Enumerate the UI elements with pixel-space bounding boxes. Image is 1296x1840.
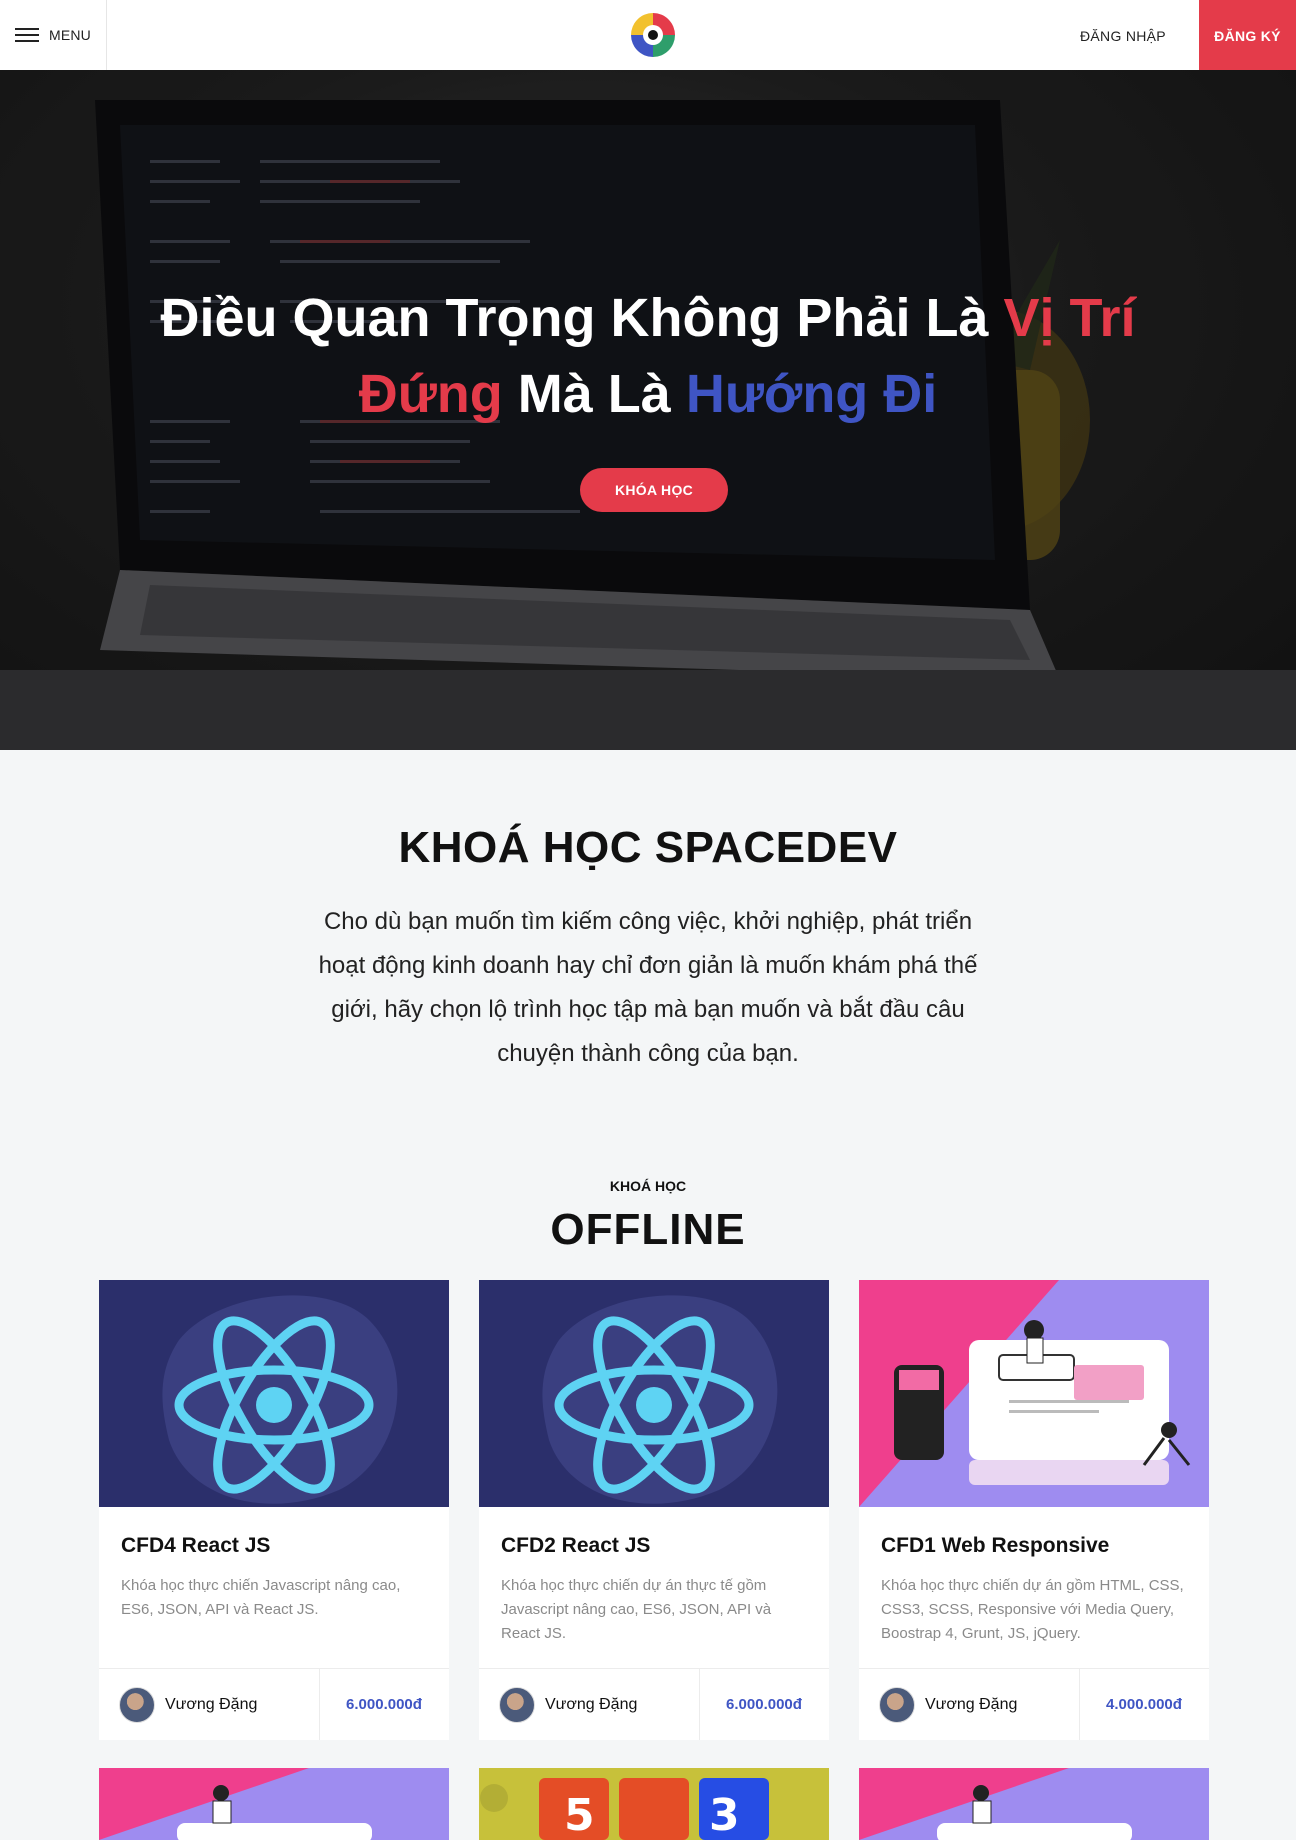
- course-card[interactable]: [859, 1768, 1209, 1840]
- course-price: 4.000.000đ: [1106, 1696, 1182, 1713]
- course-title[interactable]: CFD1 Web Responsive: [881, 1534, 1109, 1558]
- course-author: Vương Đặng: [499, 1669, 637, 1740]
- hero-title-part4: Mà Là: [502, 364, 686, 424]
- course-card[interactable]: CFD4 React JS Khóa học thực chiến Javasc…: [99, 1280, 449, 1740]
- course-price: 6.000.000đ: [346, 1696, 422, 1713]
- register-button[interactable]: ĐĂNG KÝ: [1199, 0, 1296, 70]
- course-thumbnail-partial[interactable]: 5 3: [479, 1768, 829, 1840]
- web-design-illustration: [859, 1280, 1209, 1507]
- section-title: KHOÁ HỌC SPACEDEV: [398, 823, 898, 872]
- menu-label: MENU: [48, 27, 91, 43]
- hero-title-part3: Đứng: [358, 364, 503, 424]
- course-footer: Vương Đặng 4.000.000đ: [859, 1668, 1209, 1740]
- menu-button[interactable]: MENU: [0, 0, 107, 70]
- course-card[interactable]: [99, 1768, 449, 1840]
- site-header: MENU ĐĂNG NHẬP ĐĂNG KÝ: [0, 0, 1296, 70]
- course-thumbnail[interactable]: [859, 1280, 1209, 1507]
- course-thumbnail-partial[interactable]: [859, 1768, 1209, 1840]
- hero-title-part2: Vị Trí: [1003, 288, 1136, 348]
- hamburger-icon: [15, 28, 39, 42]
- course-description: Khóa học thực chiến dự án gồm HTML, CSS,…: [881, 1577, 1184, 1642]
- courses-title: OFFLINE: [550, 1205, 746, 1254]
- courses-subtitle: KHOÁ HỌC: [609, 1178, 687, 1194]
- course-thumbnail-partial[interactable]: [99, 1768, 449, 1840]
- course-description: Khóa học thực chiến dự án thực tế gồm Ja…: [501, 1577, 772, 1642]
- course-card[interactable]: CFD2 React JS Khóa học thực chiến dự án …: [479, 1280, 829, 1740]
- hero-banner: Điều Quan Trọng Không Phải Là Vị Trí Đứn…: [0, 70, 1296, 750]
- course-thumbnail[interactable]: [99, 1280, 449, 1507]
- course-title[interactable]: CFD4 React JS: [121, 1534, 270, 1558]
- svg-text:3: 3: [709, 1790, 740, 1840]
- svg-text:5: 5: [564, 1790, 595, 1840]
- course-footer: Vương Đặng 6.000.000đ: [479, 1668, 829, 1740]
- hero-title: Điều Quan Trọng Không Phải Là Vị Trí Đứn…: [0, 280, 1296, 432]
- course-thumbnail[interactable]: [479, 1280, 829, 1507]
- avatar: [879, 1687, 915, 1723]
- courses-button[interactable]: KHÓA HỌC: [580, 468, 728, 512]
- course-description: Khóa học thực chiến Javascript nâng cao,…: [121, 1577, 401, 1618]
- react-icon: [479, 1280, 829, 1507]
- avatar: [499, 1687, 535, 1723]
- course-footer: Vương Đặng 6.000.000đ: [99, 1668, 449, 1740]
- react-icon: [99, 1280, 449, 1507]
- course-card[interactable]: CFD1 Web Responsive Khóa học thực chiến …: [859, 1280, 1209, 1740]
- login-link[interactable]: ĐĂNG NHẬP: [1080, 0, 1166, 70]
- section-description: Cho dù bạn muốn tìm kiếm công việc, khởi…: [318, 908, 978, 1067]
- avatar: [119, 1687, 155, 1723]
- author-name: Vương Đặng: [925, 1696, 1018, 1713]
- site-logo[interactable]: [627, 9, 679, 61]
- course-card[interactable]: 5 3: [479, 1768, 829, 1840]
- author-name: Vương Đặng: [545, 1696, 638, 1713]
- hero-title-part1: Điều Quan Trọng Không Phải Là: [160, 288, 1004, 348]
- author-name: Vương Đặng: [165, 1696, 258, 1713]
- course-author: Vương Đặng: [119, 1669, 257, 1740]
- course-author: Vương Đặng: [879, 1669, 1017, 1740]
- hero-title-part5: Hướng Đi: [685, 364, 938, 424]
- course-price: 6.000.000đ: [726, 1696, 802, 1713]
- course-title[interactable]: CFD2 React JS: [501, 1534, 650, 1558]
